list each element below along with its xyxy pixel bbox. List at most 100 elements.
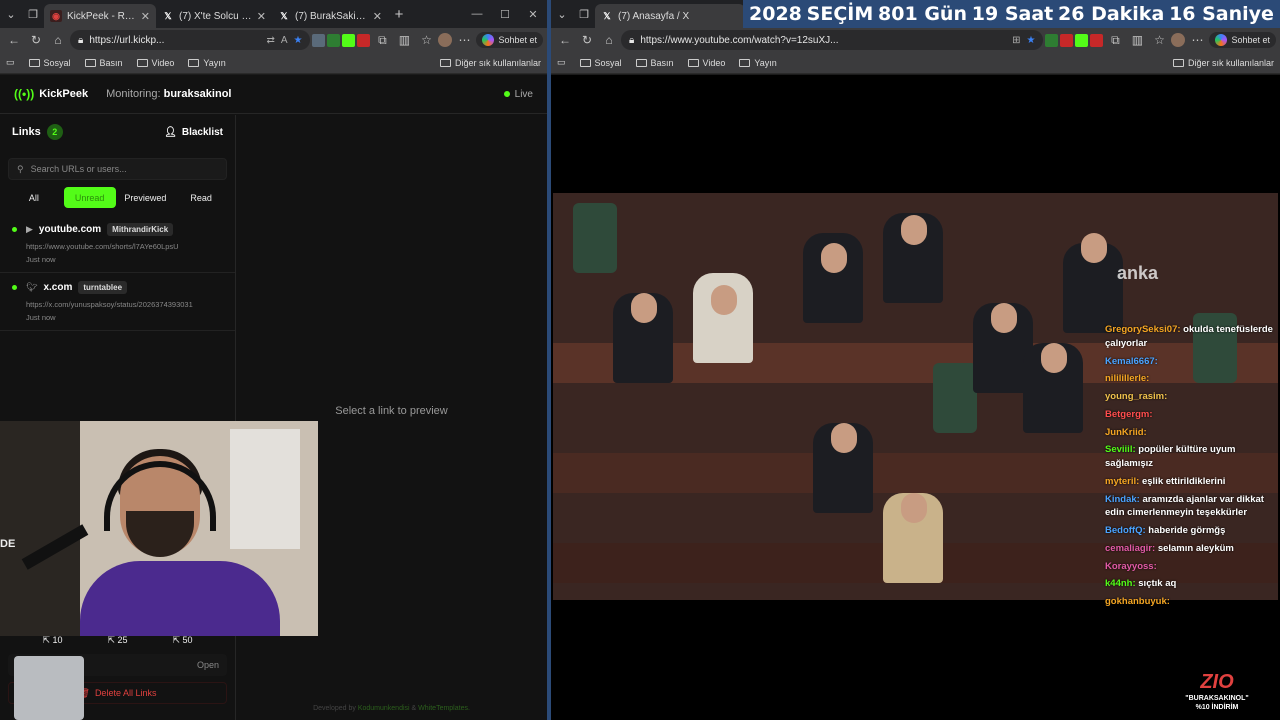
left-favorites-bar: ▭ Sosyal Basın Video Yayın Diğer sık kul… <box>0 52 547 74</box>
filter-previewed[interactable]: Previewed <box>120 187 172 208</box>
filter-read[interactable]: Read <box>175 187 227 208</box>
translate-icon[interactable]: ⇄ <box>266 35 274 46</box>
favorite-star-icon[interactable]: ★ <box>294 35 303 46</box>
url-text: https://www.youtube.com/watch?v=12suXJ..… <box>640 34 839 46</box>
tab-kickpeek[interactable]: ◉ KickPeek - Real-time L ✕ <box>44 4 156 28</box>
promo-discount: %10 İNDİRİM <box>1195 703 1239 711</box>
address-bar[interactable]: 🔒︎ https://url.kickp... ⇄ A ★ <box>70 30 311 50</box>
other-favorites[interactable]: Diğer sık kullanılanlar <box>1172 58 1274 68</box>
favorite-folder-basin[interactable]: Basın <box>635 58 674 68</box>
favorite-folder-yayin[interactable]: Yayın <box>188 58 226 68</box>
favorite-star-icon[interactable]: ★ <box>1027 35 1036 46</box>
link-item[interactable]: ▶ youtube.com MithrandirKick https://www… <box>0 215 235 273</box>
chat-user: Korayyoss: <box>1105 560 1157 572</box>
folder-label: Basın <box>99 57 123 68</box>
chat-user: Seviiil: <box>1105 444 1136 456</box>
tab-actions-icon[interactable]: ⌄ <box>0 3 22 25</box>
credit-name[interactable]: Kodumunkendisi <box>358 705 410 712</box>
tab-buraksakinol[interactable]: 𝕏 (7) BurakSakinOl (@bu ✕ <box>272 4 388 28</box>
brand-name: KickPeek <box>39 88 89 100</box>
favorites-icon[interactable]: ☆ <box>1149 30 1169 50</box>
minimize-icon[interactable]: — <box>463 8 491 21</box>
chat-text: eşlik ettirildiklerini <box>1141 475 1226 487</box>
workspaces-icon[interactable]: ❐ <box>573 3 595 25</box>
profile-avatar[interactable] <box>1171 33 1186 47</box>
split-screen-icon[interactable]: ▥ <box>1127 30 1147 50</box>
other-favorites[interactable]: Diğer sık kullanılanlar <box>439 58 541 68</box>
folder-icon <box>84 58 96 67</box>
extension-icon[interactable] <box>342 33 356 47</box>
home-icon[interactable]: ⌂ <box>599 30 619 50</box>
open-50-button[interactable]: ⇱ 50 <box>172 635 192 646</box>
links-title: Links <box>12 126 41 138</box>
extensions-icon[interactable]: ⧉ <box>1105 30 1125 50</box>
close-tab-icon[interactable]: ✕ <box>141 10 150 23</box>
countdown-hours: 19 Saat <box>971 3 1054 25</box>
profile-avatar[interactable] <box>438 33 453 47</box>
new-tab-button[interactable]: + <box>388 3 410 25</box>
chat-message: BedoffQ: haberide görmğş <box>1105 524 1277 538</box>
close-tab-icon[interactable]: ✕ <box>373 10 382 23</box>
tab-title: (7) X'te Solcu Gazete: <box>179 10 252 22</box>
close-window-icon[interactable]: ✕ <box>519 8 547 21</box>
app-available-icon[interactable]: ⊞ <box>1012 35 1020 46</box>
tab-actions-icon[interactable]: ⌄ <box>551 3 573 25</box>
youtube-icon: ▶ <box>26 224 33 234</box>
favorite-folder-video[interactable]: Video <box>136 58 174 68</box>
extension-icon[interactable] <box>1090 33 1104 47</box>
refresh-icon[interactable]: ↻ <box>577 30 597 50</box>
chat-message: Seviiil: popüler kültüre uyum sağlamışız <box>1105 443 1277 471</box>
favorites-icon[interactable]: ☆ <box>416 30 436 50</box>
unread-dot-icon <box>12 285 17 290</box>
tab-x-home[interactable]: 𝕏 (7) Anasayfa / X <box>595 4 745 28</box>
maximize-icon[interactable]: ☐ <box>491 8 519 21</box>
copilot-button[interactable]: Sohbet et <box>476 32 543 48</box>
favorites-menu-icon[interactable]: ▭ <box>557 57 566 68</box>
tab-solcu-gazete[interactable]: 𝕏 (7) X'te Solcu Gazete: ✕ <box>156 4 272 28</box>
close-tab-icon[interactable]: ✕ <box>257 10 266 23</box>
credit-name[interactable]: WhiteTemplates. <box>418 705 470 712</box>
open-10-button[interactable]: ⇱ 10 <box>42 635 62 646</box>
preview-placeholder: Select a link to preview <box>335 405 448 417</box>
refresh-icon[interactable]: ↻ <box>26 30 46 50</box>
home-icon[interactable]: ⌂ <box>48 30 68 50</box>
video-player[interactable]: anka GregorySeksi07: okulda tenefüslerde… <box>551 75 1280 720</box>
face <box>901 215 927 245</box>
copilot-button[interactable]: Sohbet et <box>1209 32 1276 48</box>
favorite-folder-yayin[interactable]: Yayın <box>739 58 777 68</box>
favorite-folder-basin[interactable]: Basın <box>84 57 123 68</box>
workspaces-icon[interactable]: ❐ <box>22 3 44 25</box>
chat-message: Korayyoss: <box>1105 560 1277 574</box>
read-aloud-icon[interactable]: A <box>281 35 288 46</box>
extensions-icon[interactable]: ⧉ <box>372 30 392 50</box>
chat-user: BedoffQ: <box>1105 525 1146 537</box>
split-screen-icon[interactable]: ▥ <box>394 30 414 50</box>
folder-icon <box>439 58 451 67</box>
back-icon[interactable]: ← <box>555 30 575 50</box>
link-user-badge: MithrandirKick <box>107 223 174 236</box>
countdown-label: SEÇİM <box>806 3 874 25</box>
favorite-folder-video[interactable]: Video <box>687 58 725 68</box>
chat-user: Kemal6667: <box>1105 355 1158 367</box>
address-bar[interactable]: 🔒︎ https://www.youtube.com/watch?v=12suX… <box>621 30 1044 50</box>
extension-icon[interactable] <box>1060 33 1074 47</box>
filter-unread[interactable]: Unread <box>63 187 116 208</box>
face <box>831 423 857 453</box>
favorites-menu-icon[interactable]: ▭ <box>6 57 15 68</box>
filter-all[interactable]: All <box>8 187 60 208</box>
favorite-folder-sosyal[interactable]: Sosyal <box>28 58 71 68</box>
favorite-folder-sosyal[interactable]: Sosyal <box>579 58 622 68</box>
extension-icon[interactable] <box>357 33 371 47</box>
extension-icon[interactable] <box>327 33 341 47</box>
extension-icon[interactable] <box>1045 33 1059 47</box>
back-icon[interactable]: ← <box>4 30 24 50</box>
blacklist-button[interactable]: 👤︎ Blacklist <box>164 127 223 138</box>
search-input[interactable]: ⚲ Search URLs or users... <box>8 158 227 180</box>
more-icon[interactable]: ⋯ <box>1187 30 1207 50</box>
link-item[interactable]: 🐦︎ x.com turntablee https://x.com/yunusp… <box>0 273 235 331</box>
extension-icon[interactable] <box>1075 33 1089 47</box>
url-text: https://url.kickp... <box>89 34 165 46</box>
extension-icon[interactable] <box>312 33 326 47</box>
more-icon[interactable]: ⋯ <box>454 30 474 50</box>
open-25-button[interactable]: ⇱ 25 <box>107 635 127 646</box>
